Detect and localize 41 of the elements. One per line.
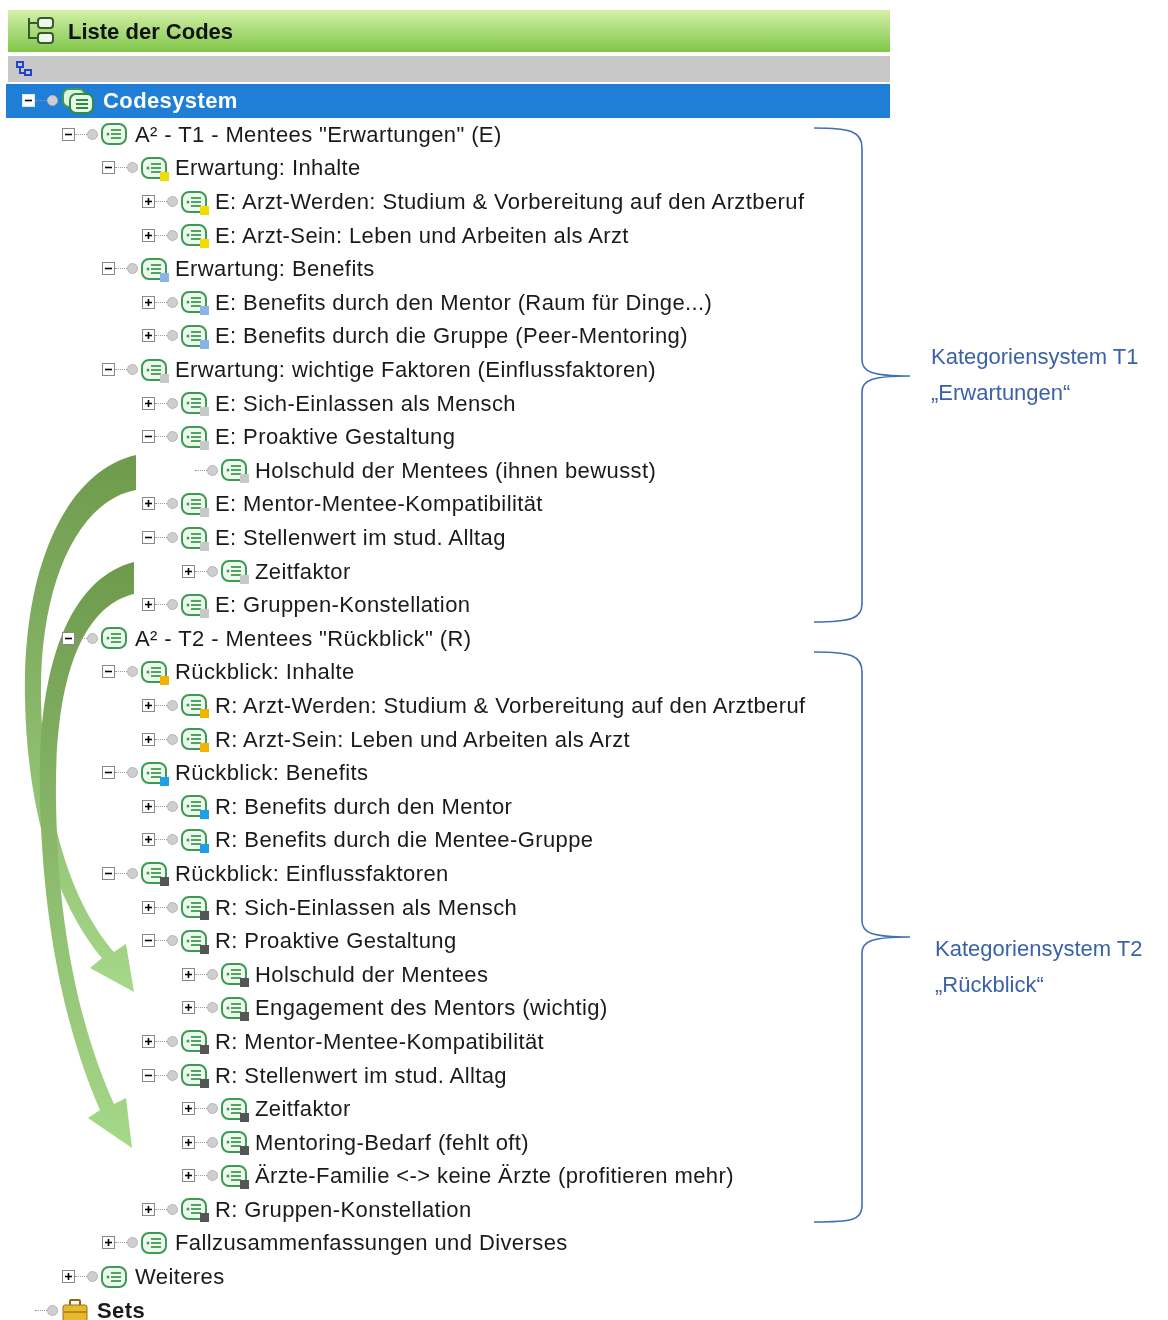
tree-item[interactable]: A² - T1 - Mentees "Erwartungen" (E) <box>6 117 890 152</box>
tree-item[interactable]: Erwartung: Benefits <box>6 251 890 286</box>
tree-item[interactable]: Rückblick: Benefits <box>6 755 890 790</box>
annotation-text: Kategoriensystem T2 <box>935 936 1143 962</box>
tree-item[interactable]: Mentoring-Bedarf (fehlt oft) <box>6 1125 890 1159</box>
tree-item[interactable]: Zeitfaktor <box>6 554 890 588</box>
tree-item[interactable]: Weiteres <box>6 1259 890 1294</box>
tree-item[interactable]: Holschuld der Mentees (ihnen bewusst) <box>6 453 890 488</box>
annotation-text: „Rückblick“ <box>935 972 1045 998</box>
tree-item[interactable]: Fallzusammenfassungen und Diverses <box>6 1226 890 1260</box>
tree-item[interactable]: Holschuld der Mentees <box>6 957 890 992</box>
tree-item[interactable]: R: Proaktive Gestaltung <box>6 923 890 958</box>
annotation-text: Kategoriensystem T1 <box>931 344 1139 370</box>
tree-item[interactable]: R: Gruppen-Konstellation <box>6 1192 890 1227</box>
tree-item[interactable]: R: Arzt-Sein: Leben und Arbeiten als Arzt <box>6 722 890 756</box>
tree-item[interactable]: E: Sich-Einlassen als Mensch <box>6 386 890 420</box>
tree-item[interactable]: Zeitfaktor <box>6 1091 890 1126</box>
tree-item[interactable]: Rückblick: Inhalte <box>6 655 890 689</box>
tree-item[interactable]: Erwartung: Inhalte <box>6 151 890 185</box>
tree-item[interactable]: R: Benefits durch die Mentee-Gruppe <box>6 823 890 857</box>
panel-title: Liste der Codes <box>68 17 234 46</box>
tree-item[interactable]: E: Stellenwert im stud. Alltag <box>6 520 890 555</box>
tree-item[interactable]: E: Benefits durch den Mentor (Raum für Dinge...) <box>6 285 890 320</box>
tree-item[interactable]: Codesystem <box>6 84 890 118</box>
annotation-text: „Erwartungen“ <box>931 380 1072 406</box>
tree-item[interactable]: R: Arzt-Werden: Studium & Vorbereitung auf den Arztberuf <box>6 688 890 723</box>
tree-item[interactable]: Ärzte-Familie <-> keine Ärzte (profitieren mehr) <box>6 1159 890 1193</box>
tree-item[interactable]: Engagement des Mentors (wichtig) <box>6 991 890 1025</box>
tree-item[interactable]: R: Stellenwert im stud. Alltag <box>6 1058 890 1092</box>
tree-item[interactable]: Erwartung: wichtige Faktoren (Einflussfaktoren) <box>6 352 890 387</box>
tree-item[interactable]: E: Arzt-Werden: Studium & Vorbereitung auf den Arztberuf <box>6 184 890 219</box>
tree-item[interactable]: E: Arzt-Sein: Leben und Arbeiten als Arzt <box>6 218 890 252</box>
tree-item[interactable]: R: Sich-Einlassen als Mensch <box>6 890 890 924</box>
tree-item[interactable]: R: Benefits durch den Mentor <box>6 789 890 824</box>
tree-item[interactable]: Sets <box>6 1293 890 1320</box>
tree-item[interactable]: R: Mentor-Mentee-Kompatibilität <box>6 1024 890 1059</box>
tree-item[interactable]: E: Gruppen-Konstellation <box>6 587 890 622</box>
tree-item[interactable]: E: Mentor-Mentee-Kompatibilität <box>6 487 890 521</box>
tree-item[interactable]: Rückblick: Einflussfaktoren <box>6 856 890 891</box>
tree-item[interactable]: E: Benefits durch die Gruppe (Peer-Mentoring) <box>6 319 890 353</box>
tree-item[interactable]: E: Proaktive Gestaltung <box>6 419 890 454</box>
